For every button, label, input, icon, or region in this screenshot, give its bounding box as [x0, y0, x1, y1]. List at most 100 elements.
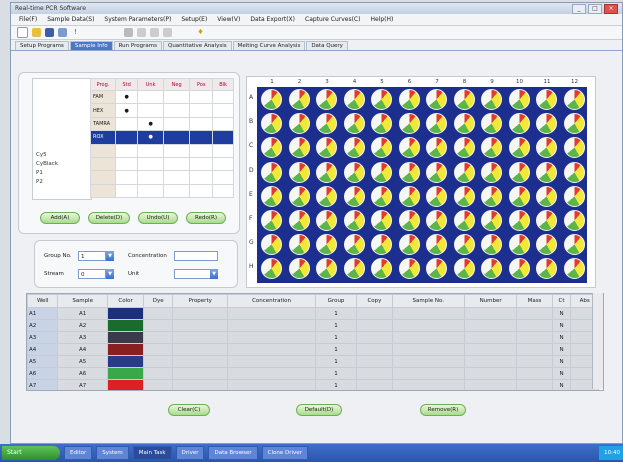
menu-file[interactable]: File(F) [19, 16, 37, 23]
grid-cell[interactable] [114, 170, 139, 185]
table-cell[interactable] [227, 307, 316, 320]
table-cell[interactable] [172, 307, 229, 320]
grid-cell[interactable] [114, 183, 139, 199]
well[interactable] [563, 234, 585, 256]
color-swatch[interactable] [106, 331, 145, 344]
well[interactable] [508, 210, 530, 231]
grid-cell[interactable] [162, 130, 191, 145]
grid-cell[interactable] [162, 103, 191, 118]
unit-dropdown-icon[interactable]: ▼ [210, 269, 218, 279]
default-button[interactable]: Default(D) [296, 404, 342, 416]
well[interactable] [453, 113, 475, 135]
sample-cell[interactable]: A6 [57, 367, 108, 380]
grid-row[interactable]: HEX ● [90, 103, 234, 118]
tab-quantitative-analysis[interactable]: Quantitative Analysis [162, 41, 232, 50]
grid-cell[interactable] [162, 116, 191, 132]
well[interactable] [316, 161, 337, 183]
table-cell[interactable] [356, 331, 393, 344]
menu-help[interactable]: Help(H) [370, 16, 393, 23]
table-cell[interactable] [227, 319, 316, 332]
grid-cell[interactable] [137, 89, 164, 105]
taskbar-item-system[interactable]: System [96, 446, 129, 460]
group-cell[interactable]: 1 [314, 367, 358, 380]
grid-cell[interactable] [137, 103, 164, 118]
well[interactable] [426, 185, 447, 207]
grid-cell[interactable] [212, 103, 234, 118]
well-cell[interactable]: A6 [27, 367, 59, 380]
grid-row[interactable]: TAMRA ● [90, 116, 234, 132]
grid-cell[interactable] [162, 183, 191, 199]
table-cell[interactable] [463, 319, 518, 332]
well[interactable] [288, 185, 310, 207]
sample-cell[interactable]: A7 [57, 379, 108, 390]
well[interactable] [288, 113, 310, 135]
well[interactable] [536, 210, 557, 231]
table-cell[interactable] [356, 367, 393, 380]
dye-list-item[interactable] [33, 79, 91, 88]
well[interactable] [288, 137, 310, 159]
well-cell[interactable]: A2 [27, 319, 59, 332]
color-swatch[interactable] [106, 319, 145, 332]
dye-list-item[interactable] [33, 106, 91, 115]
sample-table-header[interactable]: Ct [551, 294, 572, 308]
table-cell[interactable] [356, 379, 393, 390]
grid-cell[interactable]: ● [114, 103, 139, 118]
table-cell[interactable] [356, 343, 393, 356]
well[interactable] [453, 89, 475, 110]
sample-table-header[interactable]: Sample No. [391, 294, 465, 308]
well[interactable] [563, 258, 585, 280]
well[interactable] [343, 185, 365, 207]
well[interactable] [453, 234, 475, 256]
table-cell[interactable] [516, 367, 553, 380]
table-cell[interactable] [143, 307, 174, 320]
sample-cell[interactable]: A3 [57, 331, 108, 344]
well[interactable] [508, 113, 530, 135]
table-row[interactable]: A3 A3 1 N [27, 331, 599, 344]
sample-cell[interactable]: A4 [57, 343, 108, 356]
well[interactable] [288, 161, 310, 183]
well[interactable] [426, 161, 447, 183]
grid-row[interactable]: ROX ● [90, 130, 234, 145]
table-cell[interactable] [391, 379, 465, 390]
grid-cell[interactable] [189, 143, 214, 158]
dye-list-item[interactable] [33, 133, 91, 142]
well[interactable] [453, 161, 475, 183]
table-cell[interactable] [227, 355, 316, 368]
group-cell[interactable]: 1 [314, 319, 358, 332]
well[interactable] [261, 89, 282, 110]
grid-cell[interactable] [189, 130, 214, 145]
grid-cell[interactable] [212, 116, 234, 132]
grid-cell[interactable] [189, 170, 214, 185]
grid-cell[interactable] [137, 156, 164, 172]
well[interactable] [371, 185, 392, 207]
sample-table-header[interactable]: Property [172, 294, 229, 308]
well[interactable] [343, 234, 365, 256]
grid-cell[interactable] [212, 170, 234, 185]
menu-capture-curves[interactable]: Capture Curves(C) [305, 16, 360, 23]
group-no-input[interactable]: 1 [78, 251, 106, 261]
menu-data-export[interactable]: Data Export(X) [250, 16, 295, 23]
group-cell[interactable]: 1 [314, 343, 358, 356]
color-swatch[interactable] [106, 307, 145, 320]
start-button[interactable]: Start [2, 446, 60, 460]
well[interactable] [398, 258, 420, 280]
table-cell[interactable] [391, 355, 465, 368]
grid-cell[interactable] [162, 156, 191, 172]
grid-cell[interactable] [189, 89, 214, 105]
table-cell[interactable] [463, 379, 518, 390]
grid-cell[interactable] [162, 143, 191, 158]
menu-system-parameters[interactable]: System Parameters(P) [104, 16, 171, 23]
well-cell[interactable]: A4 [27, 343, 59, 356]
well[interactable] [398, 185, 420, 207]
grid-cell[interactable] [162, 170, 191, 185]
table-cell[interactable] [463, 343, 518, 356]
well[interactable] [563, 137, 585, 159]
grid-cell[interactable] [212, 156, 234, 172]
well[interactable] [288, 234, 310, 256]
grid-cell[interactable] [114, 143, 139, 158]
remove-button[interactable]: Remove(R) [420, 404, 466, 416]
well[interactable] [398, 161, 420, 183]
well[interactable] [481, 89, 502, 110]
table-cell[interactable] [516, 379, 553, 390]
table-cell[interactable] [516, 319, 553, 332]
